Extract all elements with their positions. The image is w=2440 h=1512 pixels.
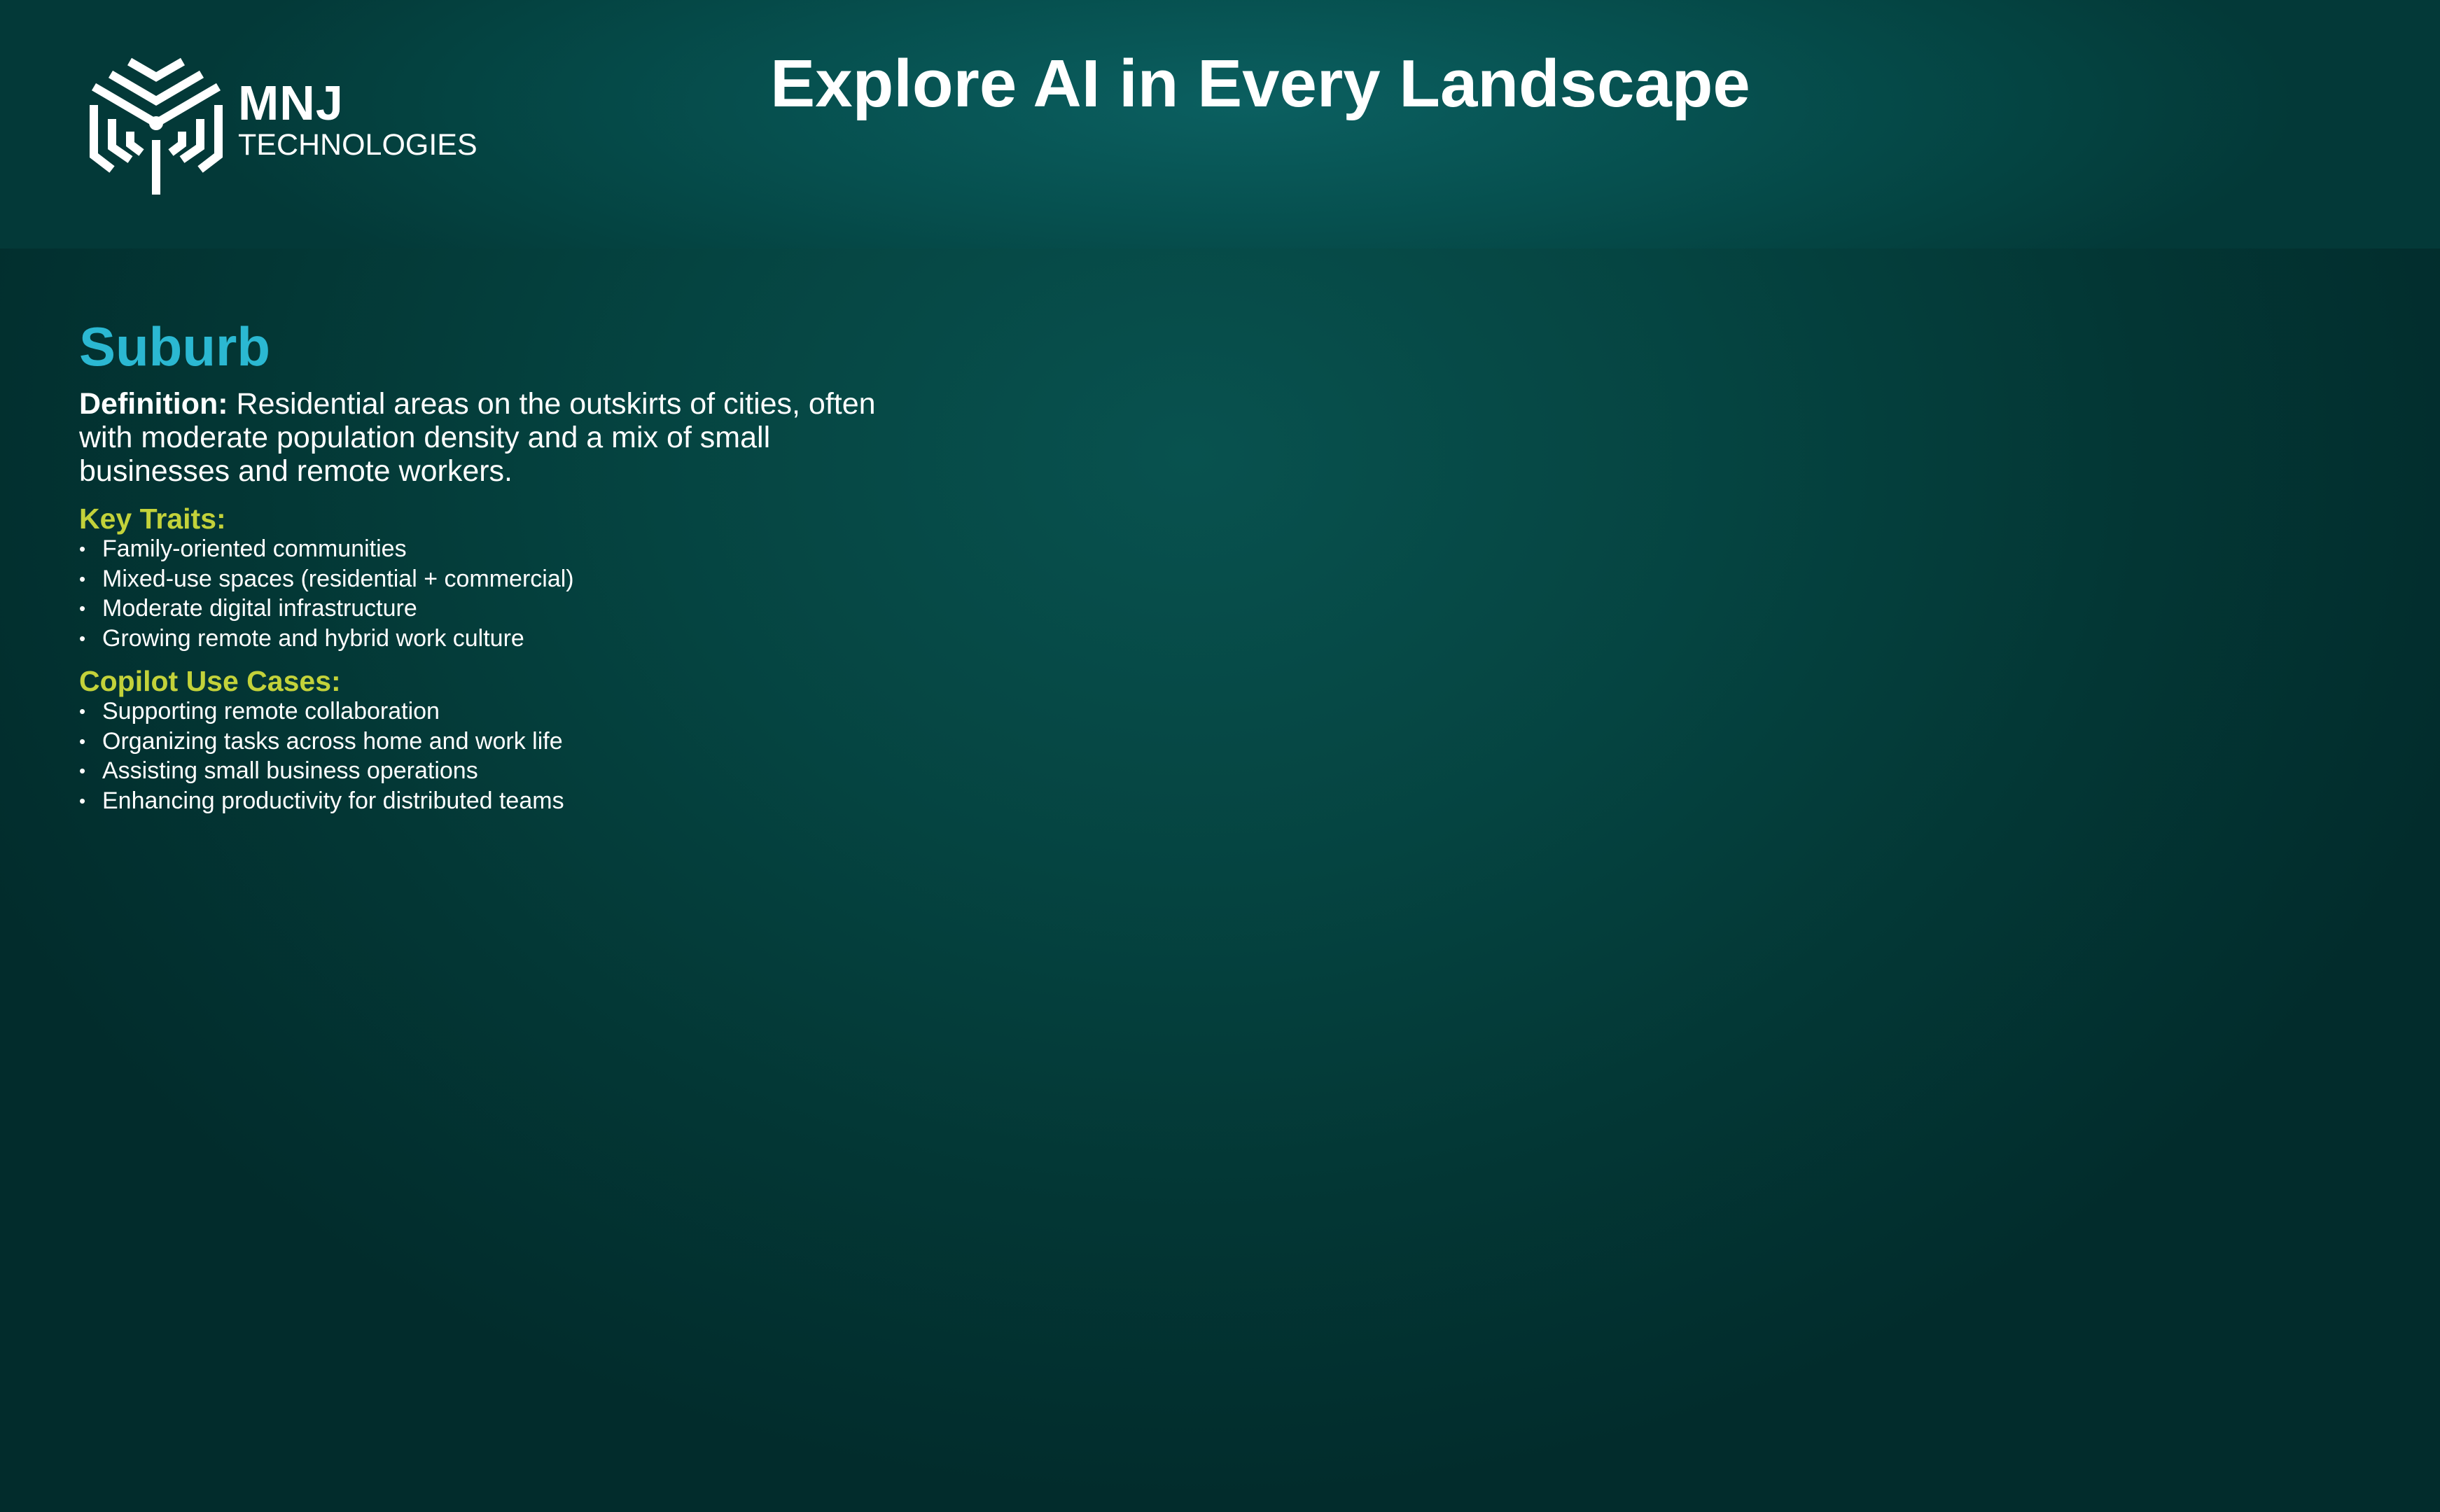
bullet-icon: •: [79, 730, 86, 752]
list-item: • Mixed-use spaces (residential + commerc…: [79, 564, 891, 594]
company-logo[interactable]: MNJ TECHNOLOGIES: [90, 57, 510, 204]
key-traits-list: • Family-oriented communities • Mixed-use …: [79, 534, 891, 653]
use-cases-heading: Copilot Use Cases:: [79, 665, 341, 697]
list-item: • Supporting remote collaboration: [79, 696, 891, 727]
list-item: • Moderate digital infrastructure: [79, 594, 891, 624]
list-item-text: Family-oriented communities: [102, 536, 407, 562]
bullet-icon: •: [79, 538, 86, 559]
list-item: • Organizing tasks across home and work l…: [79, 727, 891, 757]
list-item: • Enhancing productivity for distributed …: [79, 786, 891, 816]
list-item: • Assisting small business operations: [79, 756, 891, 786]
bullet-icon: •: [79, 790, 86, 811]
logo-subtitle: TECHNOLOGIES: [238, 128, 477, 162]
use-cases-list: • Supporting remote collaboration • Organi…: [79, 696, 891, 816]
list-item-text: Enhancing productivity for distributed t…: [102, 787, 564, 814]
bullet-icon: •: [79, 627, 86, 649]
list-item: • Growing remote and hybrid work culture: [79, 624, 891, 654]
list-item-text: Moderate digital infrastructure: [102, 595, 417, 622]
list-item-text: Supporting remote collaboration: [102, 698, 440, 724]
mnj-logo-icon: [90, 57, 223, 195]
list-item-text: Mixed-use spaces (residential + commerci…: [102, 565, 574, 592]
list-item-text: Organizing tasks across home and work li…: [102, 727, 563, 755]
definition: Definition: Residential areas on the out…: [79, 387, 891, 488]
bullet-icon: •: [79, 760, 86, 781]
logo-name: MNJ: [238, 76, 344, 130]
bullet-icon: •: [79, 568, 86, 589]
header: MNJ TECHNOLOGIES Explore AI in Every Lan…: [0, 0, 2440, 248]
page-title: Explore AI in Every Landscape: [770, 46, 1750, 121]
landscape-panel: Suburb Definition: Residential areas on …: [79, 312, 891, 828]
bullet-icon: •: [79, 701, 86, 722]
list-item-text: Assisting small business operations: [102, 757, 478, 784]
definition-label: Definition:: [79, 387, 228, 421]
bullet-icon: •: [79, 598, 86, 619]
list-item-text: Growing remote and hybrid work culture: [102, 624, 524, 652]
list-item: • Family-oriented communities: [79, 534, 891, 564]
landscape-title: Suburb: [79, 316, 270, 377]
key-traits-heading: Key Traits:: [79, 503, 226, 535]
